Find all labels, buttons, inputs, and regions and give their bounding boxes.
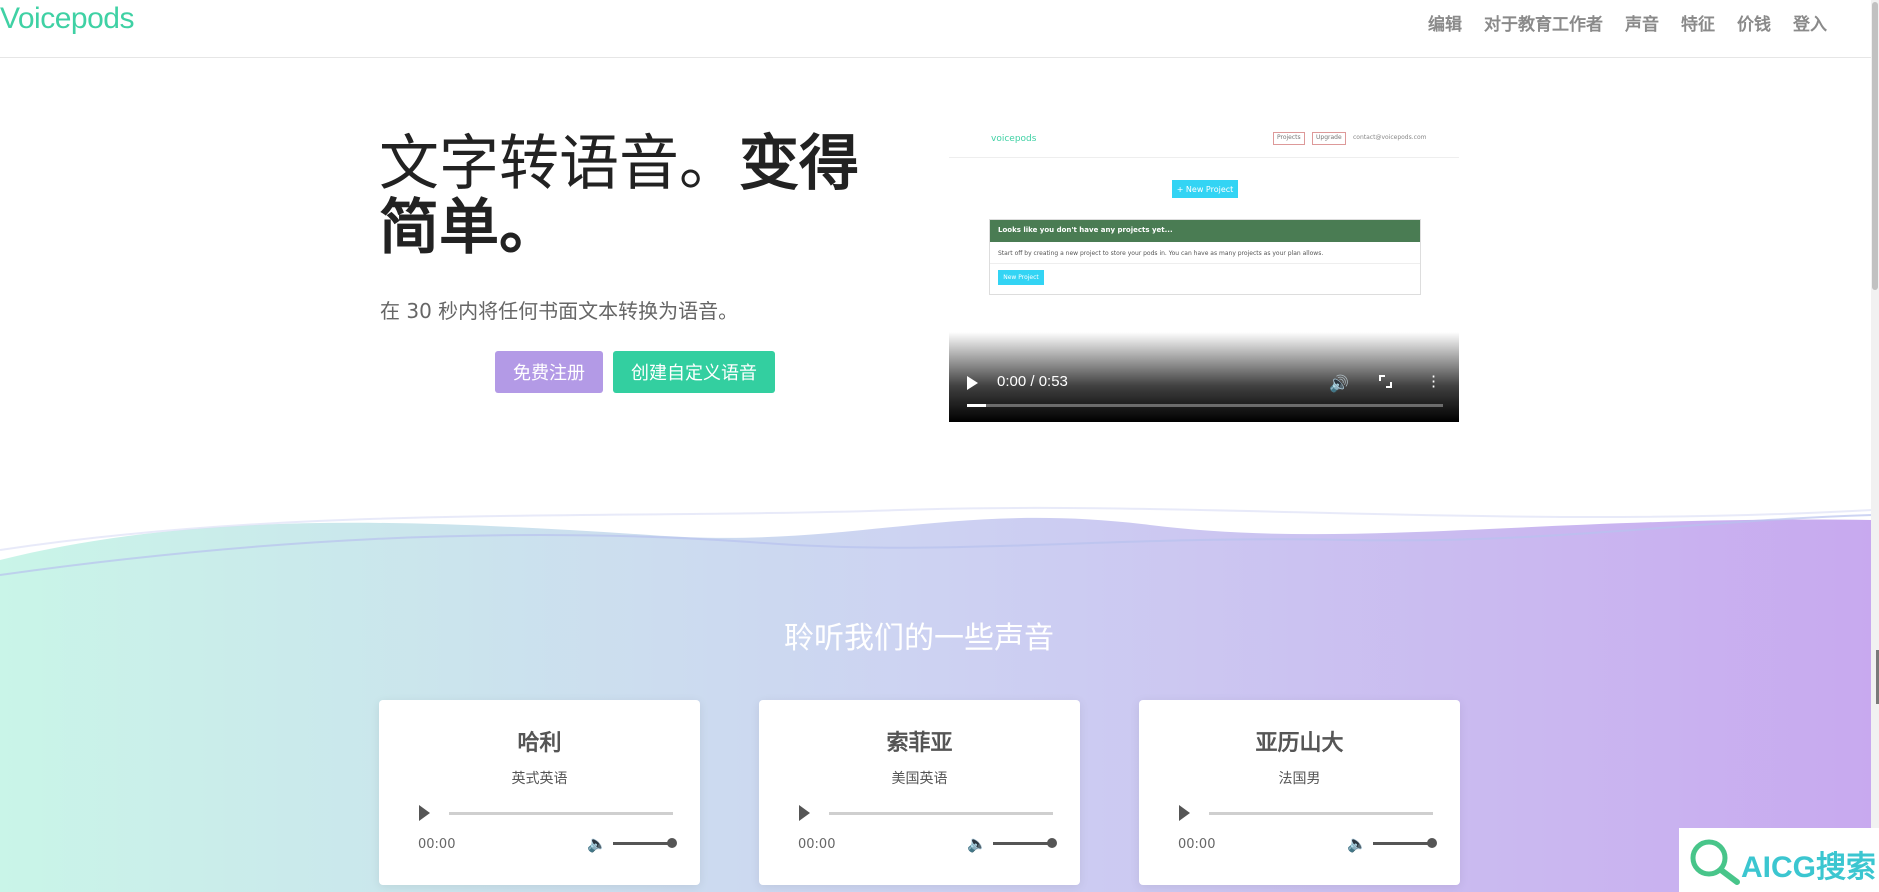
page-scrollbar[interactable] — [1871, 0, 1879, 892]
voice-card-harry: 哈利 英式英语 00:00 🔈 — [379, 700, 700, 885]
video-frame-panel-text: Start off by creating a new project to s… — [990, 242, 1420, 264]
nav-item-features[interactable]: 特征 — [1670, 10, 1726, 35]
video-frame-panel-button: New Project — [998, 270, 1044, 285]
watermark-text: AICG搜索 — [1741, 851, 1876, 884]
video-progress-bar[interactable] — [967, 404, 1443, 407]
play-icon[interactable] — [967, 376, 978, 390]
volume-slider-handle[interactable] — [1427, 838, 1437, 848]
play-icon[interactable] — [799, 805, 810, 821]
hero-title: 文字转语音。变得简单。 — [379, 132, 899, 260]
signup-button[interactable]: 免费注册 — [495, 351, 603, 393]
nav-item-voices[interactable]: 声音 — [1614, 10, 1670, 35]
voice-name: 哈利 — [517, 731, 562, 756]
video-frame-panel-title: Looks like you don't have any projects y… — [990, 220, 1420, 242]
video-frame-tab-projects: Projects — [1273, 132, 1305, 145]
voice-accent: 英式英语 — [511, 771, 568, 787]
volume-icon[interactable]: 🔈 — [1347, 834, 1367, 853]
video-progress-fill — [967, 404, 987, 407]
hero-subtitle: 在 30 秒内将任何书面文本转换为语音。 — [380, 299, 739, 323]
volume-slider[interactable] — [993, 842, 1053, 845]
audio-progress-bar[interactable] — [449, 812, 673, 815]
volume-slider-handle[interactable] — [667, 838, 677, 848]
audio-progress-bar[interactable] — [1209, 812, 1433, 815]
video-frame-email: contact@voicepods.com — [1353, 134, 1427, 141]
nav-item-edit[interactable]: 编辑 — [1417, 10, 1473, 35]
magnifier-logo-icon — [1690, 839, 1740, 885]
voice-card-alexander: 亚历山大 法国男 00:00 🔈 — [1139, 700, 1460, 885]
volume-slider[interactable] — [1373, 842, 1433, 845]
audio-time: 00:00 — [798, 837, 836, 852]
voice-name: 亚历山大 — [1255, 731, 1344, 756]
volume-icon[interactable]: 🔈 — [587, 834, 607, 853]
voice-accent: 法国男 — [1278, 771, 1321, 787]
video-frame-logo: voicepods — [991, 134, 1037, 144]
video-frame-header: voicepods Projects Upgrade contact@voice… — [949, 122, 1459, 158]
watermark: AICG搜索 — [1679, 828, 1879, 892]
audio-time: 00:00 — [418, 837, 456, 852]
scrollbar-thumb[interactable] — [1872, 2, 1878, 290]
volume-slider[interactable] — [613, 842, 673, 845]
video-frame-panel: Looks like you don't have any projects y… — [989, 219, 1421, 295]
volume-icon[interactable]: 🔈 — [967, 834, 987, 853]
more-options-icon[interactable]: · · · — [1431, 369, 1436, 395]
top-navbar: Voicepods 编辑 对于教育工作者 声音 特征 价钱 登入 — [0, 0, 1872, 58]
brand-logo[interactable]: Voicepods — [0, 2, 134, 36]
video-frame-new-project: + New Project — [1172, 180, 1238, 198]
nav-item-login[interactable]: 登入 — [1782, 10, 1838, 35]
demo-video[interactable]: voicepods Projects Upgrade contact@voice… — [949, 122, 1459, 422]
nav-links: 编辑 对于教育工作者 声音 特征 价钱 登入 — [1417, 10, 1838, 35]
audio-time: 00:00 — [1178, 837, 1216, 852]
nav-item-pricing[interactable]: 价钱 — [1726, 10, 1782, 35]
nav-item-educators[interactable]: 对于教育工作者 — [1473, 10, 1614, 35]
play-icon[interactable] — [419, 805, 430, 821]
voice-accent: 美国英语 — [891, 771, 948, 787]
volume-icon[interactable]: 🔊 — [1329, 374, 1349, 393]
voices-title: 聆听我们的一些声音 — [784, 621, 1054, 656]
video-controls: 0:00 / 0:53 🔊 · · · — [949, 332, 1459, 422]
video-frame-tab-upgrade: Upgrade — [1312, 132, 1346, 145]
fullscreen-icon[interactable] — [1379, 375, 1392, 388]
voice-card-sophia: 索菲亚 美国英语 00:00 🔈 — [759, 700, 1080, 885]
audio-progress-bar[interactable] — [829, 812, 1053, 815]
play-icon[interactable] — [1179, 805, 1190, 821]
voice-name: 索菲亚 — [886, 731, 953, 756]
hero-title-light: 文字转语音。 — [379, 129, 739, 199]
video-time: 0:00 / 0:53 — [997, 373, 1068, 390]
create-custom-voice-button[interactable]: 创建自定义语音 — [613, 351, 775, 393]
volume-slider-handle[interactable] — [1047, 838, 1057, 848]
